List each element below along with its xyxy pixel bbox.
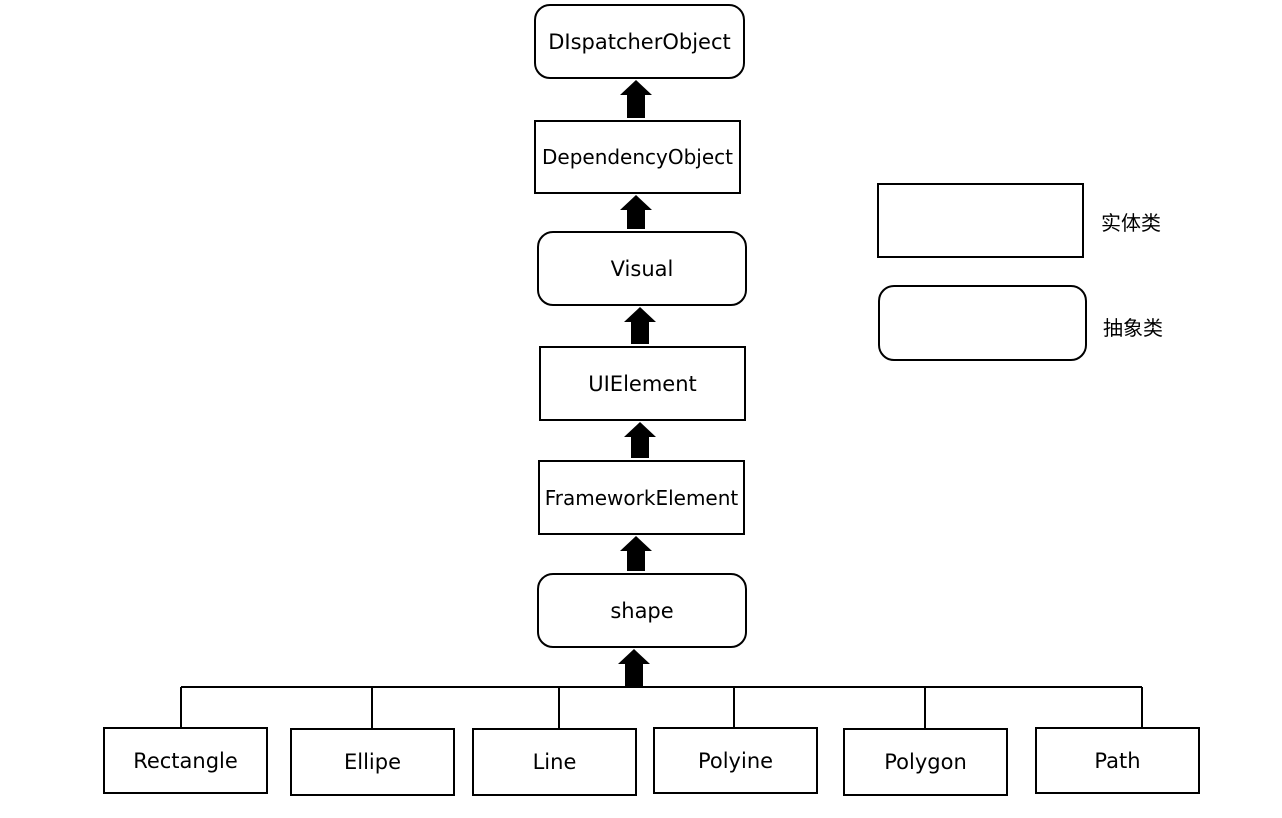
class-box-line: Line xyxy=(472,728,637,796)
inheritance-arrow-icon xyxy=(624,307,656,344)
class-box-shape: shape xyxy=(537,573,747,648)
inheritance-arrow-icon xyxy=(620,195,652,229)
class-label: Ellipe xyxy=(343,750,402,774)
class-label: Line xyxy=(532,750,577,774)
class-box-polygon: Polygon xyxy=(843,728,1008,796)
class-label: Visual xyxy=(610,256,674,281)
inheritance-arrow-icon xyxy=(620,536,652,571)
class-box-frameworkelement: FrameworkElement xyxy=(538,460,745,535)
class-box-rectangle: Rectangle xyxy=(103,727,268,794)
class-label: Rectangle xyxy=(133,748,238,773)
legend-concrete-label: 实体类 xyxy=(1101,211,1161,235)
class-label: Polygon xyxy=(884,750,967,774)
inheritance-arrow-icon xyxy=(618,649,650,687)
legend-abstract-label: 抽象类 xyxy=(1103,316,1163,340)
tree-connector xyxy=(180,686,1143,728)
class-box-polyine: Polyine xyxy=(653,727,818,794)
class-label: DependencyObject xyxy=(541,145,734,169)
legend-abstract-swatch xyxy=(878,285,1087,361)
inheritance-arrow-icon xyxy=(620,80,652,118)
class-label: Path xyxy=(1094,748,1141,773)
class-label: DIspatcherObject xyxy=(548,29,731,54)
class-box-path: Path xyxy=(1035,727,1200,794)
class-box-dependencyobject: DependencyObject xyxy=(534,120,741,194)
legend-concrete-swatch xyxy=(877,183,1084,258)
inheritance-arrow-icon xyxy=(624,422,656,458)
class-label: Polyine xyxy=(697,748,774,773)
class-hierarchy-diagram: DIspatcherObject DependencyObject Visual… xyxy=(0,0,1282,818)
class-box-uielement: UIElement xyxy=(539,346,746,421)
class-label: UIElement xyxy=(588,371,697,396)
class-box-ellipe: Ellipe xyxy=(290,728,455,796)
class-box-visual: Visual xyxy=(537,231,747,306)
class-label: shape xyxy=(610,598,674,623)
class-box-dispatcherobject: DIspatcherObject xyxy=(534,4,745,79)
class-label: FrameworkElement xyxy=(544,485,739,510)
